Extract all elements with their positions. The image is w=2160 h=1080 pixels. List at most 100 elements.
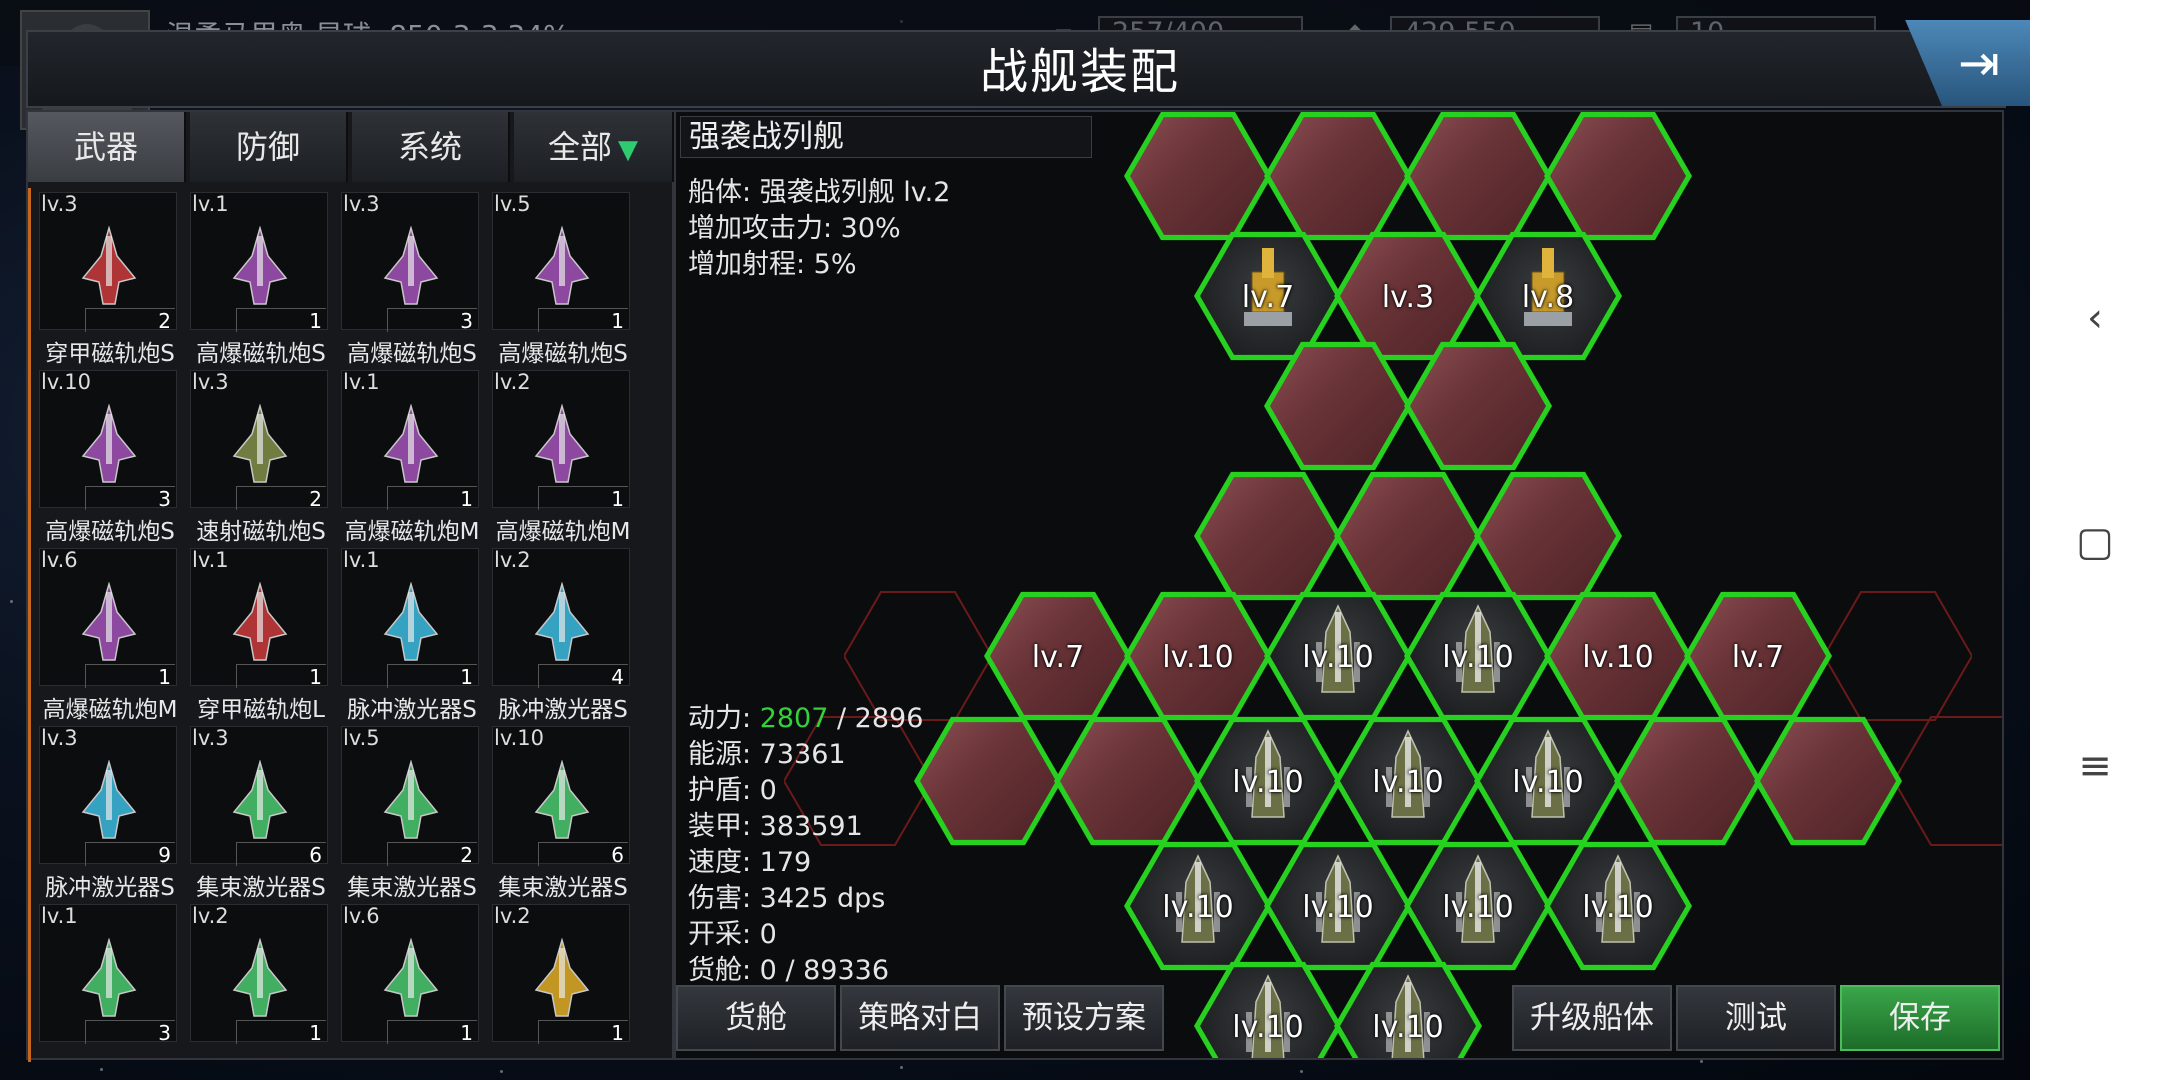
weapon-quantity: 6	[236, 842, 326, 867]
weapon-name: 脉冲激光器S	[45, 875, 175, 901]
cargo-stat: 货舱: 0 / 89336	[688, 955, 890, 986]
ship-hex-module[interactable]	[1474, 471, 1622, 601]
weapon-item[interactable]: lv.2 1 高爆磁轨炮M	[488, 366, 638, 545]
ship-hex-module[interactable]: lv.10	[1544, 591, 1692, 721]
module-level: lv.10	[1442, 640, 1514, 675]
menu-icon[interactable]: ≡	[2030, 716, 2160, 816]
ship-hex-module[interactable]: lv.10	[1264, 591, 1412, 721]
weapon-item[interactable]: lv.2 1	[488, 900, 638, 1062]
weapon-item[interactable]: lv.10 3 高爆磁轨炮S	[35, 366, 185, 545]
test-button[interactable]: 测试	[1676, 985, 1836, 1051]
ship-hex-module[interactable]	[1264, 112, 1412, 241]
cargo-button[interactable]: 货舱	[676, 985, 836, 1051]
weapon-icon	[534, 760, 590, 839]
weapon-name: 脉冲激光器S	[347, 697, 477, 723]
weapon-name: 高爆磁轨炮M	[495, 519, 631, 545]
upgrade-hull-button[interactable]: 升级船体	[1512, 985, 1672, 1051]
ship-hex-module[interactable]	[1544, 112, 1692, 241]
weapon-item[interactable]: lv.5 1 高爆磁轨炮S	[488, 188, 638, 367]
range-bonus: 增加射程: 5%	[688, 249, 857, 280]
tab-defense[interactable]: 防御	[190, 112, 348, 182]
weapon-item[interactable]: lv.3 6 集束激光器S	[186, 722, 336, 901]
weapon-item[interactable]: lv.2 1	[186, 900, 336, 1062]
weapon-item[interactable]: lv.1 1 脉冲激光器S	[337, 544, 487, 723]
ship-layout-area: lv.7 lv.3 lv.8 lv.7 lv.10 lv.10 lv.10 lv.10 lv.7…	[674, 110, 2004, 1060]
weapon-level: lv.3	[192, 726, 229, 750]
back-icon[interactable]: ‹	[2030, 268, 2160, 368]
ship-hex-module[interactable]	[1614, 716, 1762, 846]
weapon-item[interactable]: lv.1 1 穿甲磁轨炮L	[186, 544, 336, 723]
weapon-item[interactable]: lv.3 2 速射磁轨炮S	[186, 366, 336, 545]
weapon-level: lv.1	[343, 548, 380, 572]
weapon-item[interactable]: lv.3 9 脉冲激光器S	[35, 722, 185, 901]
weapon-item[interactable]: lv.1 3	[35, 900, 185, 1062]
weapon-item[interactable]: lv.3 3 高爆磁轨炮S	[337, 188, 487, 367]
ship-hex-module[interactable]: lv.7	[1684, 591, 1832, 721]
preset-plan-button[interactable]: 预设方案	[1004, 985, 1164, 1051]
weapon-name: 高爆磁轨炮S	[347, 341, 477, 367]
armor-plate	[1340, 477, 1476, 595]
weapon-name: 脉冲激光器S	[498, 697, 628, 723]
power-used: 2807	[759, 703, 829, 734]
ship-hex-module[interactable]: lv.10	[1334, 716, 1482, 846]
weapon-item[interactable]: lv.2 4 脉冲激光器S	[488, 544, 638, 723]
ship-hex-module[interactable]: lv.10	[1404, 591, 1552, 721]
weapon-item[interactable]: lv.1 1 高爆磁轨炮S	[186, 188, 336, 367]
ship-hex-module[interactable]: lv.10	[1194, 716, 1342, 846]
attack-bonus: 增加攻击力: 30%	[688, 213, 901, 244]
ship-hex-module[interactable]	[1054, 716, 1202, 846]
weapon-level: lv.1	[343, 370, 380, 394]
weapon-level: lv.1	[192, 192, 229, 216]
ship-hex-module[interactable]	[1194, 471, 1342, 601]
weapon-level: lv.1	[41, 904, 78, 928]
weapon-name: 集束激光器S	[196, 875, 326, 901]
weapon-item[interactable]: lv.1 1 高爆磁轨炮M	[337, 366, 487, 545]
weapon-icon	[81, 404, 137, 483]
ship-hex-module[interactable]: lv.10	[1544, 841, 1692, 971]
weapon-level: lv.2	[494, 904, 531, 928]
weapon-icon	[383, 226, 439, 305]
armor-plate	[1480, 477, 1616, 595]
ship-hex-module[interactable]	[1124, 112, 1272, 241]
module-level: lv.10	[1162, 640, 1234, 675]
weapon-quantity: 1	[538, 308, 628, 333]
weapon-item[interactable]: lv.6 1	[337, 900, 487, 1062]
ship-hex-module[interactable]: lv.7	[984, 591, 1132, 721]
ship-hex-module[interactable]: lv.10	[1124, 591, 1272, 721]
strategy-dialog-button[interactable]: 策略对白	[840, 985, 1000, 1051]
armor-stat: 装甲: 383591	[688, 811, 863, 842]
weapon-name: 集束激光器S	[498, 875, 628, 901]
ship-hex-module[interactable]	[1334, 471, 1482, 601]
weapon-item[interactable]: lv.6 1 高爆磁轨炮M	[35, 544, 185, 723]
empty-hex-slot[interactable]	[1892, 707, 2002, 855]
weapon-level: lv.6	[41, 548, 78, 572]
module-level: lv.8	[1521, 280, 1575, 315]
damage-stat: 伤害: 3425 dps	[688, 883, 886, 914]
ship-hull-info: 船体: 强袭战列舰 lv.2	[688, 177, 951, 208]
speed-stat: 速度: 179	[688, 847, 812, 878]
page-title: 战舰装配	[979, 44, 1180, 100]
weapon-icon	[81, 938, 137, 1017]
weapon-grid[interactable]: lv.3 2 穿甲磁轨炮S lv.1 1 高爆磁轨炮S lv.3 3 高爆磁轨炮S lv.5 1 高爆…	[28, 188, 674, 1062]
weapon-item[interactable]: lv.5 2 集束激光器S	[337, 722, 487, 901]
armor-plate	[1270, 117, 1406, 235]
save-button[interactable]: 保存	[1840, 985, 2000, 1051]
ship-hex-module[interactable]: lv.10	[1474, 716, 1622, 846]
weapon-name: 高爆磁轨炮S	[45, 519, 175, 545]
ship-hex-module[interactable]: lv.10	[1264, 841, 1412, 971]
weapon-item[interactable]: lv.3 2 穿甲磁轨炮S	[35, 188, 185, 367]
ship-name-field[interactable]: 强袭战列舰	[680, 116, 1092, 158]
weapon-level: lv.5	[343, 726, 380, 750]
weapon-name: 高爆磁轨炮S	[498, 341, 628, 367]
ship-hex-module[interactable]: lv.10	[1124, 841, 1272, 971]
tab-all[interactable]: 全部 ▼	[514, 112, 674, 182]
home-icon[interactable]: ▢	[2030, 492, 2160, 592]
energy-stat: 能源: 73361	[688, 739, 846, 770]
tab-systems[interactable]: 系统	[352, 112, 510, 182]
weapon-item[interactable]: lv.10 6 集束激光器S	[488, 722, 638, 901]
ship-hex-module[interactable]: lv.10	[1404, 841, 1552, 971]
weapon-quantity: 1	[387, 664, 477, 689]
tab-weapons[interactable]: 武器	[28, 112, 186, 182]
weapon-icon	[232, 404, 288, 483]
ship-hex-module[interactable]	[1404, 112, 1552, 241]
